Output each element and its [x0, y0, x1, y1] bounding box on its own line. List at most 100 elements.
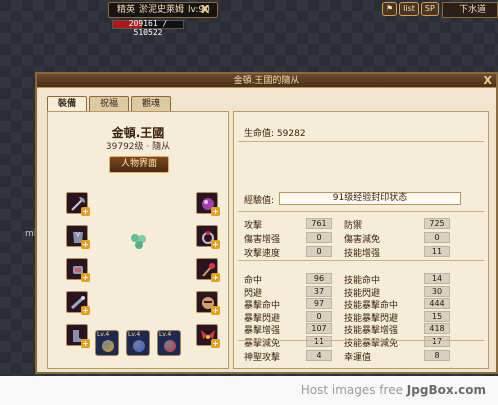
skill-orb-icon [133, 340, 145, 352]
equip-slot-ring[interactable]: + [196, 225, 220, 249]
tab-soul[interactable]: 觀魂 [131, 96, 171, 111]
stat-value: 418 [424, 323, 450, 334]
skill-slot-3[interactable]: Lv.4 [157, 330, 181, 356]
window-tabs: 裝備 祝福 觀魂 [47, 96, 171, 111]
stat-value: 0 [306, 246, 332, 257]
equip-slot-necklace[interactable]: + [196, 192, 220, 216]
divider [238, 260, 484, 261]
equip-slot-leg[interactable]: + [66, 291, 90, 315]
stat-value: 11 [306, 335, 332, 347]
stat-label: 技能閃避 [344, 288, 381, 299]
skill-level: Lv.4 [128, 331, 141, 338]
hp-value: 59282 [276, 129, 306, 139]
stat-label: 傷害減免 [344, 235, 381, 245]
upgrade-plus-icon[interactable]: + [81, 339, 90, 348]
stat-label: 技能命中 [344, 276, 381, 286]
companion-window: 金頓.王國的隨从 X 裝備 祝福 觀魂 金頓.王國 39792级 · 隨从 人物… [35, 72, 498, 374]
window-title: 金頓.王國的隨从 [233, 76, 300, 86]
stat-value: 444 [424, 298, 450, 309]
upgrade-plus-icon[interactable]: + [211, 207, 220, 216]
hp-label: 生命值: [244, 129, 275, 139]
tab-blessing[interactable]: 祝福 [89, 96, 129, 111]
watermark-brand[interactable]: JpgBox.com [407, 383, 486, 397]
divider [238, 141, 484, 142]
stat-label: 幸運值 [344, 353, 372, 363]
enemy-name: 淤泥史萊姆 [139, 5, 185, 15]
skill-level: Lv.4 [159, 331, 172, 338]
stat-label: 攻擊 [244, 221, 263, 231]
upgrade-plus-icon[interactable]: + [81, 273, 90, 282]
upgrade-plus-icon[interactable]: + [211, 240, 220, 249]
upgrade-plus-icon[interactable]: + [211, 306, 220, 315]
enemy-rank: 精英 [117, 5, 136, 15]
tab-equipment[interactable]: 裝備 [47, 96, 87, 111]
skill-level: Lv.4 [97, 331, 110, 338]
flag-icon[interactable]: ⚑ [382, 2, 398, 16]
skill-orb-icon [102, 340, 114, 352]
upgrade-plus-icon[interactable]: + [81, 207, 90, 216]
character-view-button[interactable]: 人物界面 [109, 156, 169, 173]
upgrade-plus-icon[interactable]: + [81, 306, 90, 315]
watermark-prefix: Host images free [300, 383, 403, 397]
stat-label: 暴擊增强 [244, 326, 281, 336]
stat-label: 暴擊閃避 [244, 313, 281, 324]
scene-toolbar: ⚑ list SP [382, 2, 439, 16]
equipment-panel: 金頓.王國 39792级 · 隨从 人物界面 + + + + + + + + +… [47, 111, 229, 369]
upgrade-plus-icon[interactable]: + [81, 240, 90, 249]
hp-line: 生命值: 59282 [244, 126, 306, 139]
stat-label: 技能暴擊減免 [344, 338, 399, 349]
stat-value: 725 [424, 218, 450, 229]
equip-slot-helm[interactable]: + [196, 291, 220, 315]
window-titlebar[interactable]: 金頓.王國的隨从 X [37, 74, 496, 88]
equip-slot-boots[interactable]: + [66, 324, 90, 348]
divider [238, 340, 484, 341]
upgrade-plus-icon[interactable]: + [211, 339, 220, 348]
stat-value: 0 [306, 310, 332, 322]
character-level: 39792级 · 隨从 [105, 142, 171, 152]
enemy-hp-bar: 209161 / 510522 [112, 19, 184, 37]
stat-value: 14 [424, 273, 450, 284]
equip-slot-weapon[interactable]: + [66, 192, 90, 216]
stat-value: 0 [424, 232, 450, 243]
stat-value: 17 [424, 335, 450, 347]
skill-slot-2[interactable]: Lv.4 [126, 330, 150, 356]
stat-value: 4 [306, 350, 332, 361]
stat-label: 攻擊速度 [244, 249, 281, 259]
equip-slot-bracer[interactable]: + [66, 258, 90, 282]
stat-value: 97 [306, 298, 332, 309]
upgrade-plus-icon[interactable]: + [211, 273, 220, 282]
stat-label: 技能暴擊閃避 [344, 313, 399, 324]
next-map-button[interactable]: 下水道 [442, 2, 498, 18]
exp-status-field: 91级经验封印状态 [279, 192, 461, 205]
list-button[interactable]: list [399, 2, 419, 16]
nameplate-close-icon[interactable]: X [201, 3, 209, 16]
sp-button[interactable]: SP [420, 2, 439, 16]
equip-slot-wings[interactable]: + [196, 324, 220, 348]
stat-value: 15 [424, 310, 450, 322]
window-close-icon[interactable]: X [484, 74, 492, 88]
stat-label: 閃避 [244, 288, 263, 299]
stat-value: 11 [424, 246, 450, 257]
equip-slot-armor[interactable]: + [66, 225, 90, 249]
stat-value: 8 [424, 350, 450, 361]
stat-label: 神聖攻擊 [244, 353, 281, 363]
stat-label: 防禦 [344, 221, 363, 231]
stat-label: 技能增强 [344, 249, 381, 259]
stat-label: 暴擊減免 [244, 338, 281, 349]
equip-slot-amulet[interactable]: + [196, 258, 220, 282]
stat-value: 107 [306, 323, 332, 334]
stat-label: 技能暴擊命中 [344, 301, 399, 311]
stat-label: 命中 [244, 276, 263, 286]
stat-value: 30 [424, 285, 450, 297]
divider [238, 211, 484, 212]
watermark-footer: Host images free JpgBox.com [0, 376, 498, 405]
skill-slot-1[interactable]: Lv.4 [95, 330, 119, 356]
exp-label: 經驗值: [244, 196, 275, 206]
stat-value: 0 [306, 232, 332, 243]
stat-label: 傷害增强 [244, 235, 281, 245]
pet-sprite-icon [131, 234, 146, 249]
stat-label: 暴擊命中 [244, 301, 281, 311]
stat-value: 37 [306, 285, 332, 297]
stat-label: 技能暴擊增强 [344, 326, 399, 336]
stat-value: 96 [306, 273, 332, 284]
